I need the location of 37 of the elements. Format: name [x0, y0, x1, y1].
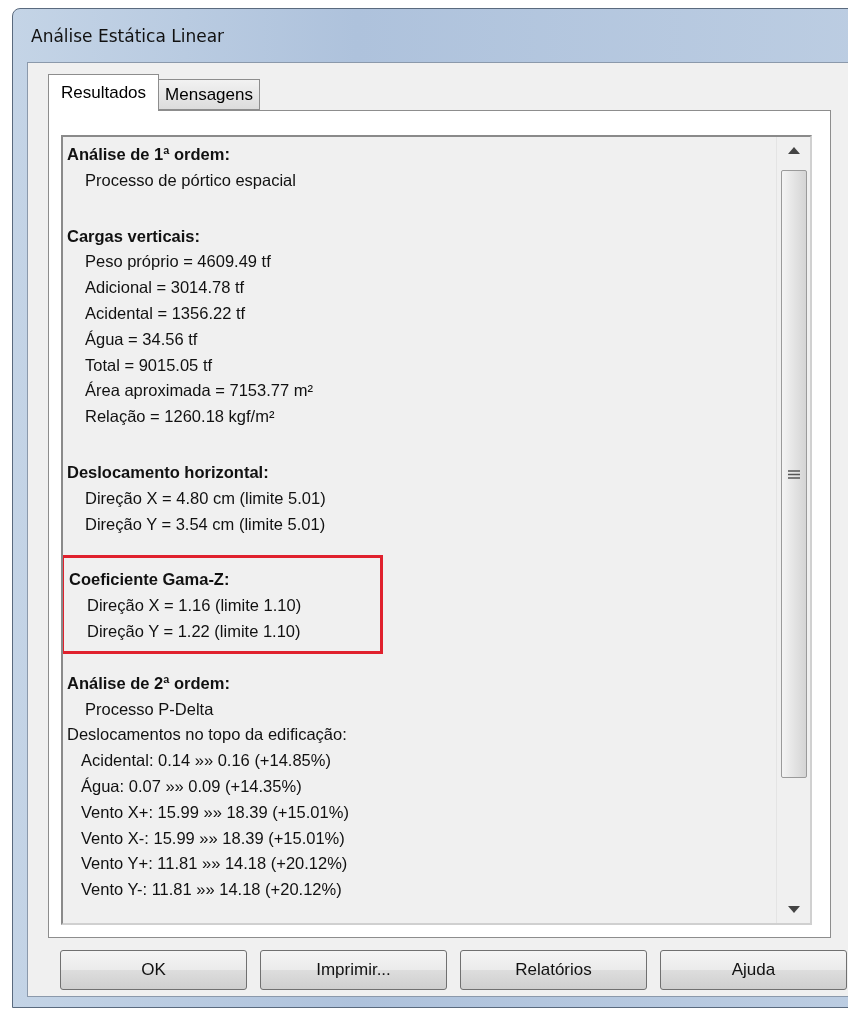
- result-line: Processo P-Delta: [84, 698, 215, 720]
- scroll-down-icon[interactable]: [787, 906, 800, 913]
- dialog-button[interactable]: Relatórios: [460, 950, 647, 990]
- section-heading: Cargas verticais:: [67, 225, 201, 247]
- dialog-button[interactable]: OK: [60, 950, 247, 990]
- result-line: Direção X = 1.16 (limite 1.10): [86, 595, 303, 617]
- grip-icon: [787, 469, 800, 479]
- scroll-thumb[interactable]: [780, 170, 807, 778]
- result-line: Vento Y+: 11.81 »» 14.18 (+20.12%): [80, 853, 349, 875]
- result-line: Vento X-: 15.99 »» 18.39 (+15.01%): [80, 827, 346, 849]
- result-line: Adicional = 3014.78 tf: [84, 277, 246, 299]
- scrollbar[interactable]: [776, 137, 810, 923]
- result-line: Relação = 1260.18 kgf/m²: [84, 406, 276, 428]
- result-line: Acidental = 1356.22 tf: [84, 303, 247, 324]
- result-line: Direção Y = 1.22 (limite 1.10): [86, 620, 302, 642]
- section-heading: Coeficiente Gama-Z:: [69, 569, 231, 591]
- scroll-up-icon[interactable]: [787, 147, 800, 154]
- section-heading: Deslocamento horizontal:: [67, 461, 270, 483]
- result-line: Direção Y = 3.54 cm (limite 5.01): [84, 513, 327, 535]
- tab[interactable]: Mensagens: [158, 79, 260, 110]
- section-heading: Análise de 1ª ordem:: [67, 144, 231, 165]
- result-line: Água = 34.56 tf: [84, 328, 199, 350]
- result-line: Vento X+: 15.99 »» 18.39 (+15.01%): [80, 801, 350, 823]
- dialog-button[interactable]: Ajuda: [660, 950, 847, 990]
- result-line: Acidental: 0.14 »» 0.16 (+14.85%): [80, 750, 332, 772]
- result-line: Direção X = 4.80 cm (limite 5.01): [84, 487, 327, 509]
- result-line: Peso próprio = 4609.49 tf: [84, 251, 272, 273]
- dialog-button[interactable]: Imprimir...: [260, 950, 447, 990]
- result-line: Deslocamentos no topo da edificação:: [67, 724, 348, 746]
- result-line: Vento Y-: 11.81 »» 14.18 (+20.12%): [80, 879, 343, 901]
- result-line: Total = 9015.05 tf: [84, 354, 214, 376]
- result-line: Água: 0.07 »» 0.09 (+14.35%): [80, 775, 303, 797]
- result-line: Processo de pórtico espacial: [84, 169, 297, 191]
- window-title: Análise Estática Linear: [31, 25, 225, 46]
- result-line: Área aproximada = 7153.77 m²: [84, 380, 314, 402]
- section-heading: Análise de 2ª ordem:: [67, 672, 231, 694]
- tab[interactable]: Resultados: [48, 74, 160, 111]
